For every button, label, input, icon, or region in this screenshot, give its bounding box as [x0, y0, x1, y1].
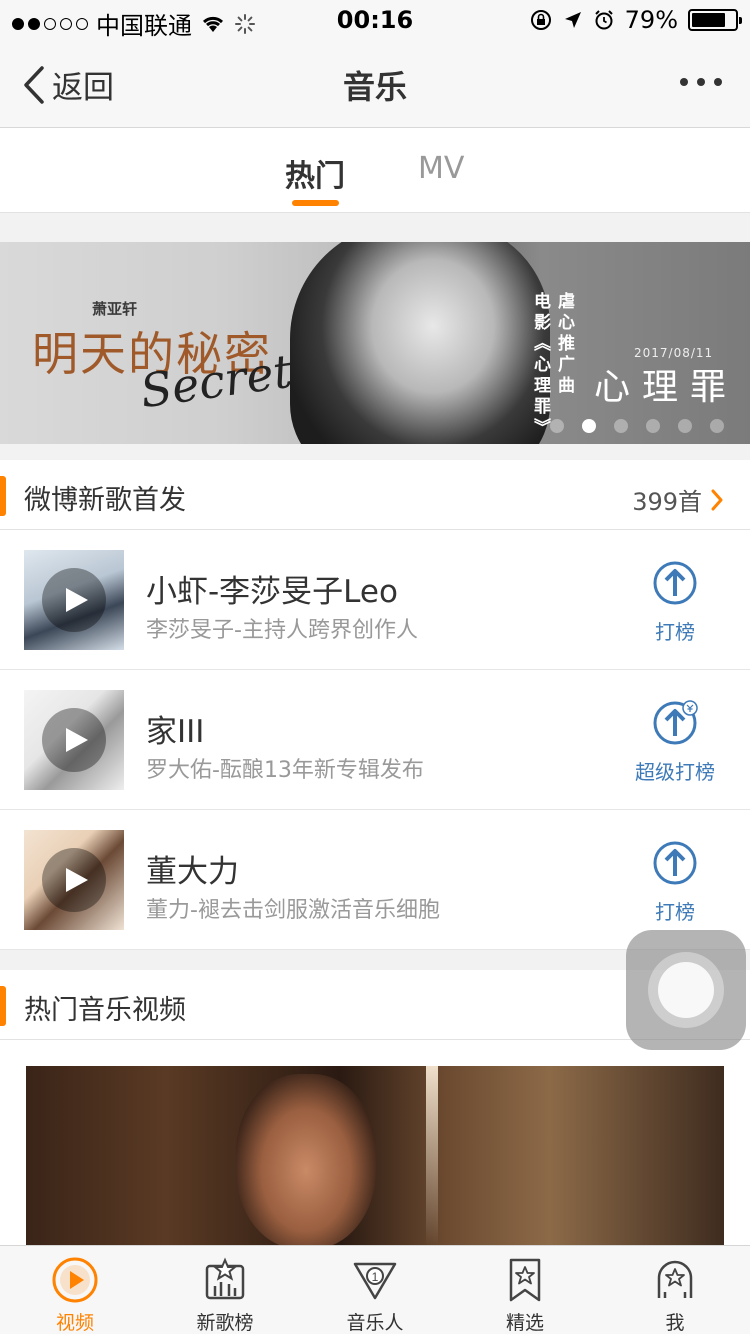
- tab-featured[interactable]: 精选: [450, 1256, 600, 1334]
- section-title: 热门音乐视频: [24, 995, 186, 1026]
- tab-hot[interactable]: 热门: [285, 151, 345, 195]
- tab-label: 我: [665, 1312, 685, 1334]
- svg-text:1: 1: [372, 1270, 379, 1284]
- tab-label: 精选: [505, 1312, 544, 1334]
- banner-pagination[interactable]: [550, 419, 724, 433]
- more-dot-icon: [680, 78, 688, 86]
- vote-up-icon: [653, 841, 697, 885]
- banner-artist: 萧亚轩: [92, 300, 138, 318]
- song-title: 小虾-李莎旻子Leo: [146, 574, 398, 610]
- promo-banner[interactable]: 萧亚轩 明天的秘密 Secret 虐心推广曲 电影《心理罪》 2017/08/1…: [0, 242, 750, 444]
- section-title: 微博新歌首发: [24, 485, 186, 516]
- status-right: 79%: [529, 6, 742, 34]
- banner-movie-title: 心理罪: [594, 367, 739, 408]
- super-vote-button[interactable]: 超级打榜: [620, 700, 730, 785]
- video-light-streak: [426, 1066, 438, 1246]
- play-button[interactable]: [42, 568, 106, 632]
- song-title: 董大力: [146, 854, 239, 890]
- song-row[interactable]: 董大力 董力-褪去击剑服激活音乐细胞 打榜: [0, 810, 750, 950]
- tab-label: 新歌榜: [196, 1312, 254, 1334]
- tab-label: 视频: [55, 1312, 94, 1334]
- tab-me[interactable]: 我: [600, 1256, 750, 1334]
- song-subtitle: 董力-褪去击剑服激活音乐细胞: [146, 898, 440, 923]
- play-button[interactable]: [42, 708, 106, 772]
- rotation-lock-icon: [530, 10, 551, 30]
- page-title: 音乐: [342, 68, 407, 106]
- assistive-touch-core: [658, 962, 714, 1018]
- tab-mv[interactable]: MV: [418, 151, 464, 186]
- battery-icon: [688, 9, 742, 31]
- musician-rank-icon: 1: [353, 1262, 397, 1300]
- song-title: 家III: [146, 714, 205, 750]
- bookmark-star-icon: [509, 1258, 541, 1302]
- banner-dot[interactable]: [614, 419, 628, 433]
- tab-video[interactable]: 视频: [0, 1256, 150, 1334]
- bottom-tab-bar: 视频 新歌榜 1 音乐人 精选 我: [0, 1245, 750, 1334]
- section-accent-bar: [0, 476, 6, 516]
- banner-dot[interactable]: [646, 419, 660, 433]
- play-icon: [66, 728, 88, 752]
- song-subtitle: 李莎旻子-主持人跨界创作人: [146, 618, 418, 643]
- battery-percent: 79%: [624, 6, 678, 34]
- banner-tagline-2: 电影《心理罪》: [530, 292, 550, 439]
- banner-dot[interactable]: [678, 419, 692, 433]
- play-button[interactable]: [42, 848, 106, 912]
- banner-dot[interactable]: [582, 419, 596, 433]
- content-tabs: 热门 MV: [0, 129, 750, 213]
- more-options-button[interactable]: [680, 78, 722, 86]
- song-cover[interactable]: [24, 690, 124, 790]
- profile-icon: [657, 1260, 693, 1298]
- divider: [0, 213, 750, 242]
- play-icon: [66, 868, 88, 892]
- divider: [0, 444, 750, 460]
- new-songs-chart-icon: [205, 1257, 245, 1300]
- banner-artist-photo: [290, 242, 550, 444]
- song-row[interactable]: 家III 罗大佑-酝酿13年新专辑发布 超级打榜: [0, 670, 750, 810]
- video-play-icon: [52, 1257, 98, 1303]
- banner-dot[interactable]: [710, 419, 724, 433]
- battery-level: [692, 13, 726, 27]
- tab-label: 音乐人: [346, 1312, 404, 1334]
- more-dot-icon: [714, 78, 722, 86]
- tab-new-songs[interactable]: 新歌榜: [150, 1256, 300, 1334]
- play-icon: [66, 588, 88, 612]
- song-subtitle: 罗大佑-酝酿13年新专辑发布: [146, 758, 424, 783]
- assistive-touch-button[interactable]: [626, 930, 746, 1050]
- video-performer-image: [236, 1074, 376, 1246]
- more-dot-icon: [697, 78, 705, 86]
- song-cover[interactable]: [24, 550, 124, 650]
- vote-label: 打榜: [655, 900, 695, 924]
- vote-up-icon: [653, 561, 697, 605]
- song-row[interactable]: 小虾-李莎旻子Leo 李莎旻子-主持人跨界创作人 打榜: [0, 530, 750, 670]
- section-more-link[interactable]: 399首: [632, 482, 724, 517]
- location-arrow-icon: [564, 12, 581, 28]
- nav-bar: 返回 音乐: [0, 40, 750, 128]
- vote-label: 超级打榜: [635, 760, 715, 784]
- assistive-touch-ring: [648, 952, 724, 1028]
- video-thumbnail[interactable]: [26, 1066, 724, 1246]
- chevron-right-icon: [711, 489, 723, 510]
- new-songs-header[interactable]: 微博新歌首发 399首: [0, 460, 750, 530]
- banner-dot[interactable]: [550, 419, 564, 433]
- active-tab-indicator: [292, 200, 339, 206]
- song-cover[interactable]: [24, 830, 124, 930]
- vote-label: 打榜: [655, 620, 695, 644]
- tab-musician[interactable]: 1 音乐人: [300, 1256, 450, 1334]
- banner-tagline-1: 虐心推广曲: [554, 292, 574, 397]
- vote-button[interactable]: 打榜: [620, 840, 730, 925]
- section-accent-bar: [0, 986, 6, 1026]
- song-count: 399首: [632, 488, 702, 516]
- vote-button[interactable]: 打榜: [620, 560, 730, 645]
- alarm-clock-icon: [594, 10, 613, 30]
- status-bar: 中国联通 00:16 79%: [0, 0, 750, 40]
- super-vote-up-icon: [653, 700, 698, 745]
